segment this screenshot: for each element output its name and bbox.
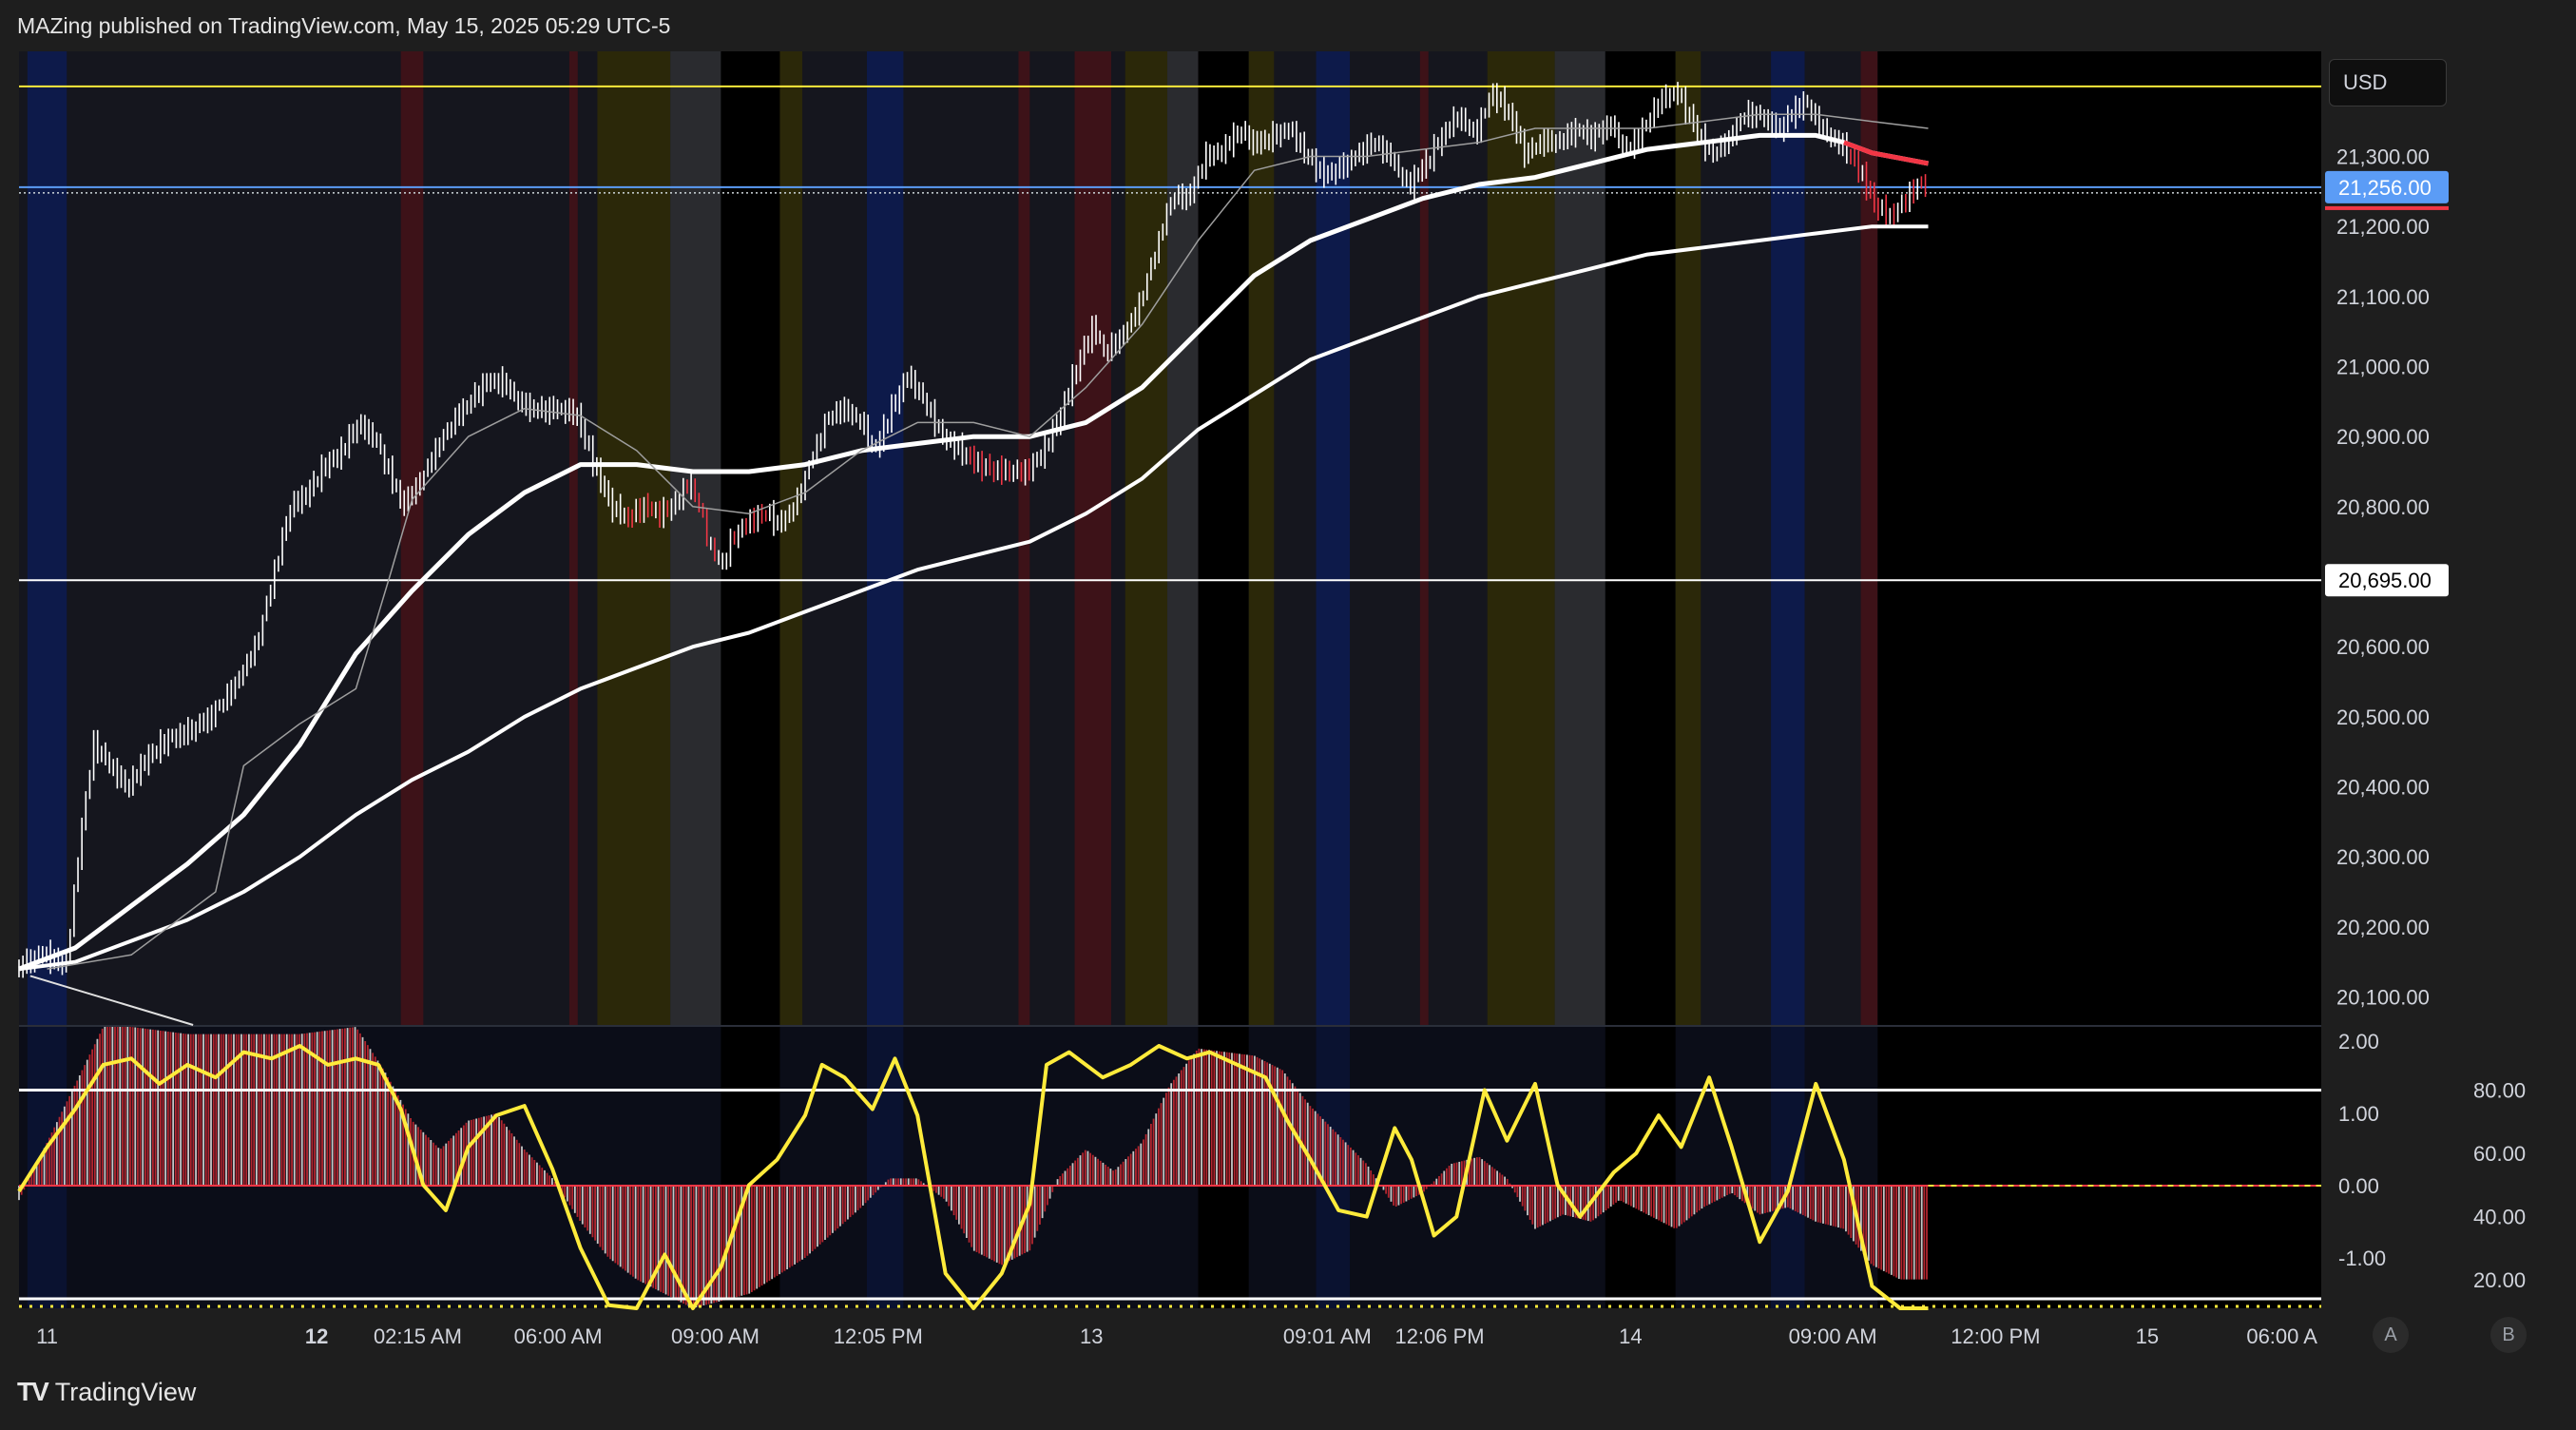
price-axis-tick: 21,300.00	[2336, 145, 2430, 169]
session-band	[867, 51, 904, 1025]
price-label: 21,256.00	[2338, 176, 2432, 200]
session-band	[27, 51, 67, 1025]
osc-session-band	[1605, 1027, 1676, 1308]
price-chart[interactable]: 20,100.00 20,200.00 20,300.00 20,400.00 20,5…	[0, 0, 2576, 1360]
osc-session-band	[1771, 1027, 1805, 1308]
price-axis-tick: 20,200.00	[2336, 916, 2430, 939]
time-axis-tick: 09:00 AM	[671, 1324, 759, 1348]
session-band	[1487, 51, 1555, 1025]
currency-selector[interactable]: USD	[2329, 59, 2447, 106]
oscillator-left-tick: 0.00	[2338, 1174, 2379, 1198]
session-band	[1771, 51, 1805, 1025]
time-axis-tick: 14	[1619, 1324, 1642, 1348]
price-axis-tick: 20,600.00	[2336, 635, 2430, 659]
log-scale-button[interactable]: B	[2490, 1317, 2527, 1353]
session-band	[1877, 51, 1929, 1025]
price-axis-tick: 20,500.00	[2336, 705, 2430, 729]
time-axis-tick: 12	[305, 1324, 328, 1348]
time-axis-tick: 09:01 AM	[1283, 1324, 1372, 1348]
session-band	[1554, 51, 1605, 1025]
session-band	[1860, 51, 1878, 1025]
session-band	[1198, 51, 1249, 1025]
tradingview-logo-icon: TV	[17, 1377, 49, 1406]
time-axis-tick: 11	[36, 1324, 58, 1348]
price-axis-tick: 20,300.00	[2336, 845, 2430, 869]
time-axis-tick: 06:00 A	[2246, 1324, 2317, 1348]
price-axis-tick: 20,400.00	[2336, 776, 2430, 800]
session-band	[779, 51, 803, 1025]
brand-name: TradingView	[54, 1377, 197, 1406]
oscillator-left-tick: 1.00	[2338, 1102, 2379, 1126]
oscillator-right-tick: 20.00	[2473, 1268, 2526, 1292]
session-band	[597, 51, 671, 1025]
session-band	[568, 51, 578, 1025]
session-band	[670, 51, 721, 1025]
time-axis-tick: 12:06 PM	[1394, 1324, 1484, 1348]
oscillator-left-tick: 2.00	[2338, 1030, 2379, 1053]
session-band	[1074, 51, 1111, 1025]
time-axis-tick: 12:05 PM	[834, 1324, 923, 1348]
time-axis-tick: 06:00 AM	[514, 1324, 603, 1348]
session-band	[1675, 51, 1701, 1025]
time-axis-tick: 02:15 AM	[374, 1324, 462, 1348]
price-axis-tick: 21,200.00	[2336, 215, 2430, 239]
footer: TV TradingView	[17, 1377, 196, 1407]
oscillator-right-tick: 60.00	[2473, 1142, 2526, 1166]
session-band	[400, 51, 424, 1025]
session-band	[1316, 51, 1351, 1025]
session-band	[1125, 51, 1168, 1025]
time-axis-tick: 13	[1080, 1324, 1103, 1348]
oscillator-right-tick: 40.00	[2473, 1206, 2526, 1229]
time-axis-tick: 12:00 PM	[1951, 1324, 2040, 1348]
oscillator-right-tick: 80.00	[2473, 1079, 2526, 1103]
price-label-underline	[2325, 205, 2449, 210]
price-axis-tick: 21,100.00	[2336, 285, 2430, 309]
session-band	[1018, 51, 1030, 1025]
price-axis-tick: 20,800.00	[2336, 495, 2430, 519]
price-label: 20,695.00	[2338, 569, 2432, 592]
price-axis-tick: 20,900.00	[2336, 425, 2430, 449]
session-band	[1248, 51, 1275, 1025]
session-band	[1605, 51, 1676, 1025]
price-axis-tick: 20,100.00	[2336, 986, 2430, 1010]
oscillator-left-tick: -1.00	[2338, 1246, 2386, 1270]
price-axis-tick: 21,000.00	[2336, 356, 2430, 379]
time-axis-tick: 15	[2136, 1324, 2159, 1348]
auto-scale-button[interactable]: A	[2373, 1317, 2409, 1353]
time-axis-tick: 09:00 AM	[1789, 1324, 1877, 1348]
osc-session-band	[1877, 1027, 1929, 1308]
